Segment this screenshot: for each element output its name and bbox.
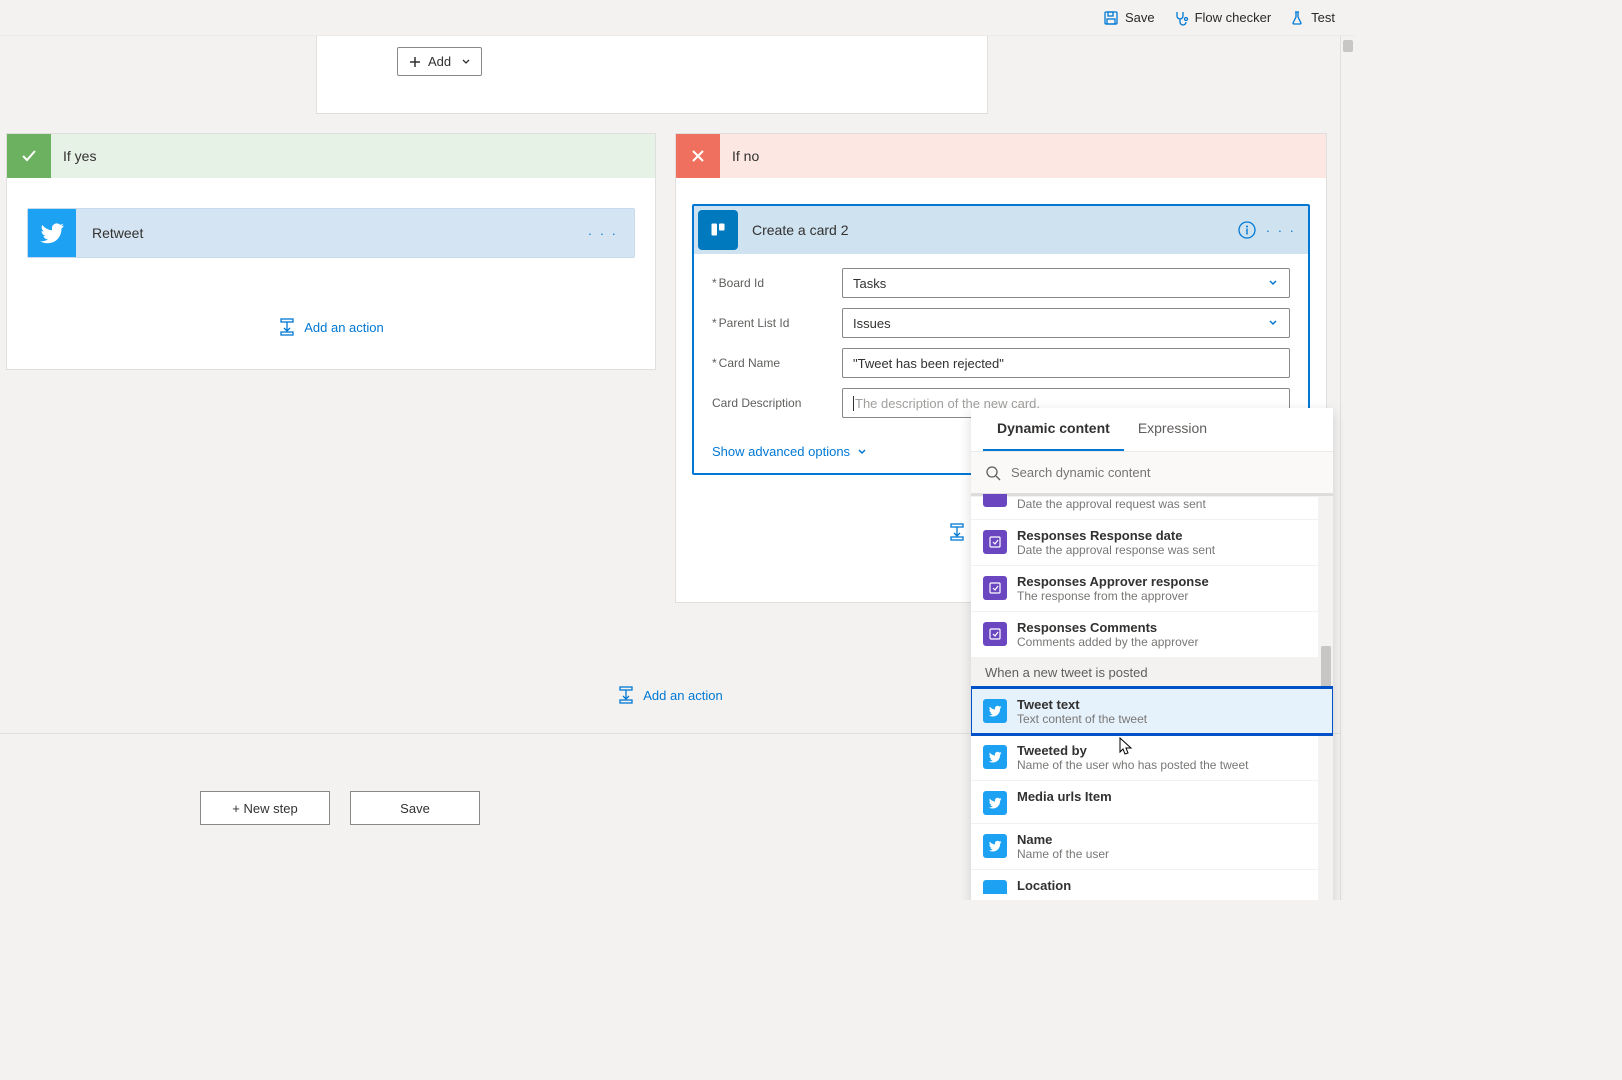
dynamic-search-input[interactable] xyxy=(1011,465,1319,480)
board-id-label: Board Id xyxy=(712,276,842,290)
retweet-title: Retweet xyxy=(76,225,572,241)
save-flow-button[interactable]: Save xyxy=(350,791,480,825)
save-button[interactable]: Save xyxy=(1103,10,1155,26)
test-label: Test xyxy=(1311,10,1335,25)
approval-icon xyxy=(983,622,1007,646)
bottom-buttons: + New step Save xyxy=(200,791,480,825)
list-item[interactable]: NameName of the user xyxy=(971,823,1333,869)
plus-icon xyxy=(408,55,422,69)
check-icon xyxy=(7,134,51,178)
approval-icon xyxy=(983,530,1007,554)
if-yes-branch: If yes Retweet · · · Add an xyxy=(6,133,656,370)
test-button[interactable]: Test xyxy=(1289,10,1335,26)
if-no-title: If no xyxy=(720,148,759,164)
chevron-down-icon xyxy=(461,57,471,67)
save-icon xyxy=(1103,10,1119,26)
dynamic-content-list: Date the approval request was sent Respo… xyxy=(971,494,1333,894)
parent-list-select[interactable]: Issues xyxy=(842,308,1290,338)
tab-dynamic-content[interactable]: Dynamic content xyxy=(983,408,1124,451)
dynamic-content-popup: Dynamic content Expression Date the appr… xyxy=(971,408,1333,900)
approval-icon xyxy=(983,494,1007,507)
if-yes-header[interactable]: If yes xyxy=(7,134,655,178)
add-action-bottom[interactable]: Add an action xyxy=(500,686,840,704)
flow-canvas[interactable]: Add If yes Retwee xyxy=(0,36,1355,900)
scrollbar-thumb[interactable] xyxy=(1343,40,1353,52)
list-item[interactable]: Location xyxy=(971,869,1333,894)
chevron-down-icon xyxy=(856,446,868,458)
list-item[interactable]: Responses CommentsComments added by the … xyxy=(971,611,1333,657)
create-card-title: Create a card 2 xyxy=(742,222,1238,238)
top-toolbar: Save Flow checker Test xyxy=(0,0,1355,36)
board-id-select[interactable]: Tasks xyxy=(842,268,1290,298)
insert-step-icon xyxy=(617,686,635,704)
list-item[interactable]: Media urls Item xyxy=(971,780,1333,823)
flask-icon xyxy=(1289,10,1305,26)
add-action-yes[interactable]: Add an action xyxy=(27,318,635,336)
twitter-icon xyxy=(983,791,1007,815)
card-name-input[interactable]: "Tweet has been rejected" xyxy=(842,348,1290,378)
close-icon xyxy=(676,134,720,178)
condition-card: Add xyxy=(316,36,988,114)
chevron-down-icon xyxy=(1267,317,1279,329)
twitter-icon xyxy=(28,209,76,257)
if-no-header[interactable]: If no xyxy=(676,134,1326,178)
insert-step-icon xyxy=(948,523,966,541)
chevron-down-icon xyxy=(1267,277,1279,289)
create-card-menu[interactable]: · · · xyxy=(1266,223,1308,238)
section-header: When a new tweet is posted xyxy=(971,657,1333,688)
twitter-icon xyxy=(983,834,1007,858)
parent-list-label: Parent List Id xyxy=(712,316,842,330)
trello-icon xyxy=(698,210,738,250)
flow-designer-viewport: Save Flow checker Test Add xyxy=(0,0,1355,900)
twitter-icon xyxy=(983,880,1007,894)
add-action-bottom-label: Add an action xyxy=(643,688,723,703)
new-step-button[interactable]: + New step xyxy=(200,791,330,825)
retweet-menu[interactable]: · · · xyxy=(572,226,634,241)
create-card-header[interactable]: Create a card 2 · · · xyxy=(694,206,1308,254)
list-item[interactable]: Responses Response dateDate the approval… xyxy=(971,519,1333,565)
list-item-tweet-text[interactable]: Tweet textText content of the tweet xyxy=(971,688,1333,734)
twitter-icon xyxy=(983,699,1007,723)
if-yes-title: If yes xyxy=(51,148,96,164)
list-item[interactable]: Responses Approver responseThe response … xyxy=(971,565,1333,611)
tab-expression[interactable]: Expression xyxy=(1124,408,1221,451)
add-action-yes-label: Add an action xyxy=(304,320,384,335)
twitter-icon xyxy=(983,745,1007,769)
info-icon[interactable] xyxy=(1238,221,1256,239)
search-icon xyxy=(985,465,1001,481)
retweet-action-card[interactable]: Retweet · · · xyxy=(27,208,635,258)
stethoscope-icon xyxy=(1173,10,1189,26)
card-name-label: Card Name xyxy=(712,356,842,370)
flow-checker-button[interactable]: Flow checker xyxy=(1173,10,1272,26)
insert-step-icon xyxy=(278,318,296,336)
dynamic-search[interactable] xyxy=(971,452,1333,494)
list-item[interactable]: Date the approval request was sent xyxy=(971,496,1333,519)
save-label: Save xyxy=(1125,10,1155,25)
approval-icon xyxy=(983,576,1007,600)
card-desc-label: Card Description xyxy=(712,396,842,410)
add-label: Add xyxy=(428,54,451,69)
list-item[interactable]: Tweeted byName of the user who has poste… xyxy=(971,734,1333,780)
flow-checker-label: Flow checker xyxy=(1195,10,1272,25)
canvas-scrollbar[interactable] xyxy=(1340,36,1355,900)
add-condition-button[interactable]: Add xyxy=(397,47,482,76)
